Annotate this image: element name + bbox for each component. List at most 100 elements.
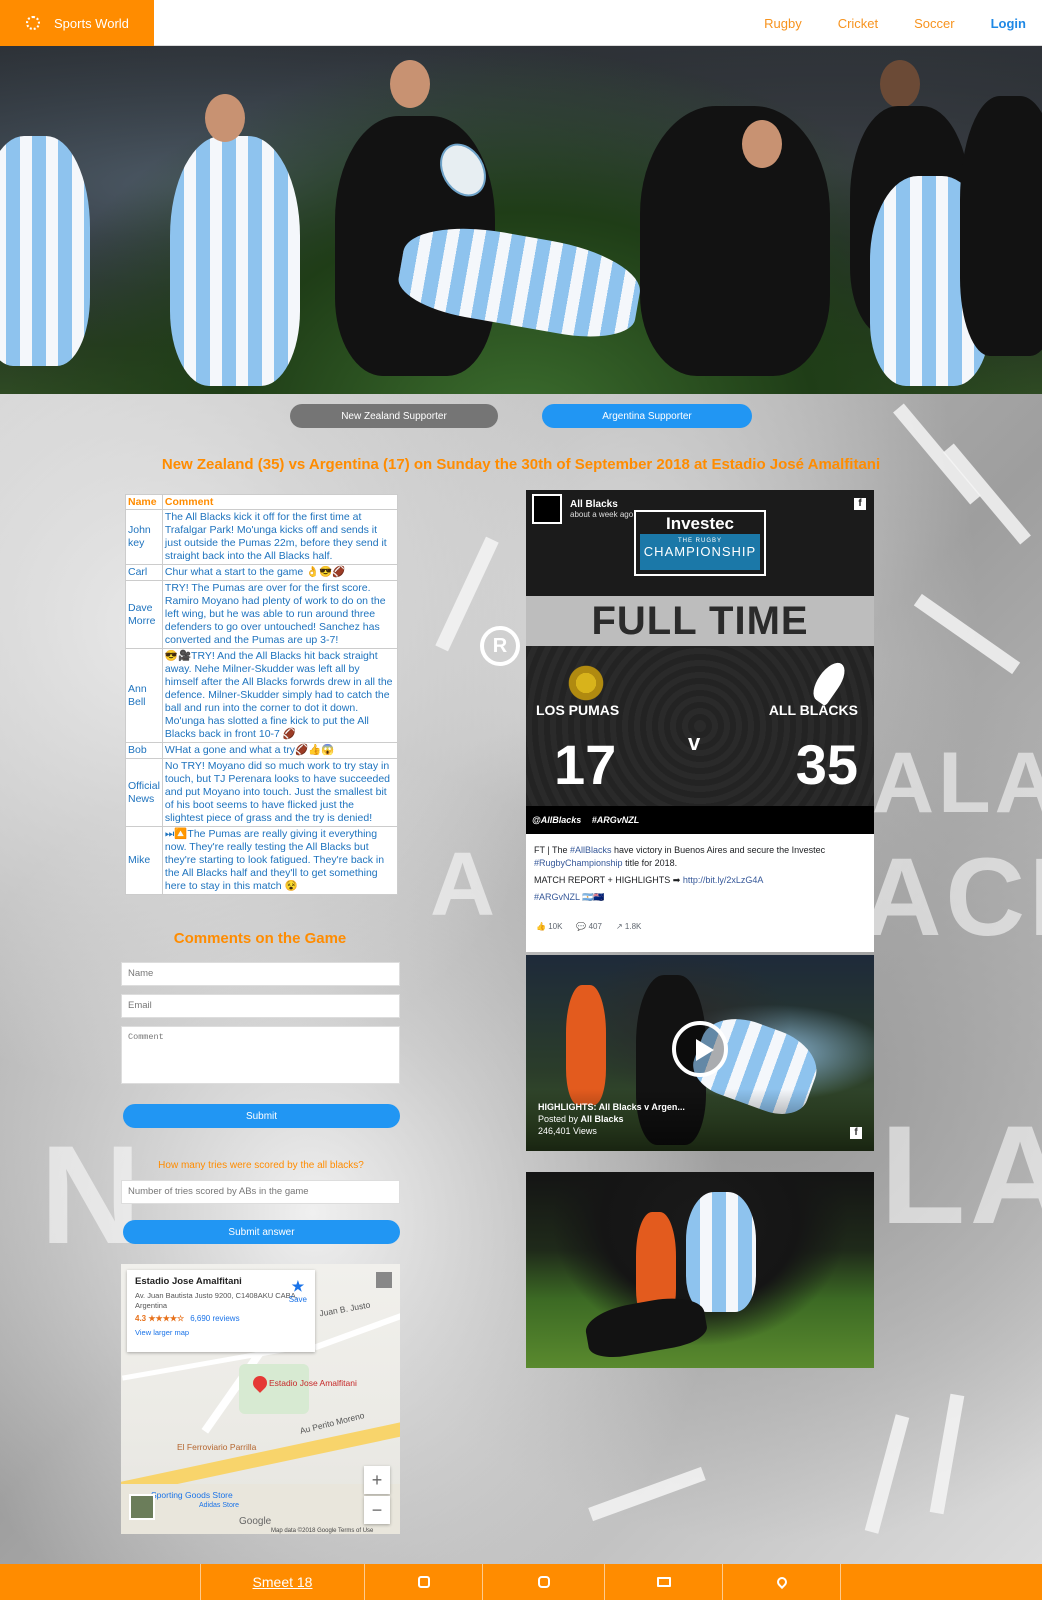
- satellite-toggle[interactable]: [129, 1494, 155, 1520]
- score-left: 17: [554, 733, 617, 796]
- investec-logo: Investec THE RUGBY CHAMPIONSHIP: [634, 510, 766, 576]
- hashtag-link[interactable]: #AllBlacks: [570, 845, 612, 855]
- argentina-supporter-button[interactable]: Argentina Supporter: [542, 404, 752, 428]
- likes-count[interactable]: 👍 10K: [536, 922, 562, 931]
- background-fern: [893, 403, 981, 505]
- tries-answer-input[interactable]: Number of tries scored by ABs in the gam…: [121, 1180, 400, 1204]
- comment-text: The All Blacks kick it off for the first…: [161, 509, 399, 565]
- score-right: 35: [795, 733, 858, 796]
- login-link[interactable]: Login: [991, 16, 1026, 31]
- brand-name: Sports World: [54, 15, 129, 31]
- name-input[interactable]: Name: [121, 962, 400, 986]
- email-input[interactable]: Email: [121, 994, 400, 1018]
- image-hashtags: @AllBlacks #ARGvNZL: [526, 806, 874, 834]
- linkedin-icon[interactable]: [364, 1564, 482, 1600]
- video-title: HIGHLIGHTS: All Blacks v Argen...: [538, 1102, 685, 1112]
- nz-supporter-button[interactable]: New Zealand Supporter: [290, 404, 498, 428]
- table-header-row: Name Comment: [125, 494, 399, 510]
- championship-label: CHAMPIONSHIP: [643, 544, 757, 559]
- map-address: Av. Juan Bautista Justo 9200, C1408AKU C…: [135, 1291, 298, 1310]
- match-report-link[interactable]: http://bit.ly/2xLzG4A: [683, 875, 764, 885]
- post-image: All Blacks about a week ago f Investec T…: [526, 490, 874, 834]
- table-row: Official News No TRY! Moyano did so much…: [125, 758, 399, 827]
- map-street-label: Juan B. Justo: [318, 1299, 371, 1319]
- submit-answer-button[interactable]: Submit answer: [123, 1220, 400, 1244]
- comments-value: 407: [588, 922, 602, 931]
- table-row: Dave Morre TRY! The Pumas are over for t…: [125, 580, 399, 649]
- comment-author: Ann Bell: [125, 648, 163, 743]
- linkedin-icon-shape: [417, 1576, 430, 1588]
- map-reviews-link[interactable]: 6,690 reviews: [190, 1314, 239, 1323]
- facebook-icon[interactable]: f: [854, 498, 866, 510]
- brand-logo[interactable]: Sports World: [0, 0, 154, 46]
- facebook-icon[interactable]: f: [850, 1127, 862, 1139]
- map-directions-icon[interactable]: [376, 1272, 392, 1288]
- footer-home-link[interactable]: Smeet 18: [200, 1564, 364, 1600]
- zoom-in-button[interactable]: +: [364, 1466, 390, 1494]
- location-icon[interactable]: [722, 1564, 840, 1600]
- map-save-label: Save: [288, 1295, 307, 1304]
- player-head: [390, 60, 430, 108]
- player-figure: [0, 136, 90, 366]
- view-larger-map-link[interactable]: View larger map: [135, 1328, 307, 1337]
- shares-count[interactable]: ↗ 1.8K: [616, 922, 641, 931]
- nav-links: Rugby Cricket Soccer Login: [746, 0, 1032, 46]
- nav-link-rugby[interactable]: Rugby: [764, 16, 802, 31]
- background-fern: [913, 593, 1021, 675]
- player-figure: [960, 96, 1042, 356]
- nav-link-soccer[interactable]: Soccer: [914, 16, 954, 31]
- facebook-video[interactable]: HIGHLIGHTS: All Blacks v Argen... Posted…: [526, 955, 874, 1151]
- background-fern: [929, 1393, 965, 1515]
- flag-emojis: 🇦🇷🇳🇿: [579, 892, 605, 902]
- video-posted-by: Posted by All Blacks: [538, 1113, 862, 1125]
- championship-badge: THE RUGBY CHAMPIONSHIP: [640, 534, 760, 570]
- post-time: about a week ago: [570, 510, 634, 519]
- map-attribution[interactable]: Map data ©2018 Google Terms of Use: [271, 1528, 373, 1534]
- play-button-icon[interactable]: [672, 1021, 728, 1077]
- background-fern: [864, 1414, 910, 1534]
- top-navbar: Sports World Rugby Cricket Soccer Login: [0, 0, 1042, 46]
- email-icon[interactable]: [604, 1564, 722, 1600]
- post-text-line: MATCH REPORT + HIGHLIGHTS ➡ http://bit.l…: [534, 874, 866, 887]
- comment-author: John key: [125, 509, 163, 565]
- facebook-post: All Blacks about a week ago f Investec T…: [526, 490, 874, 952]
- player-figure: [686, 1192, 756, 1312]
- nav-link-cricket[interactable]: Cricket: [838, 16, 878, 31]
- score-area: LOS PUMAS ALL BLACKS 17 v 35: [526, 646, 874, 806]
- match-photo: [526, 1172, 874, 1368]
- video-page-name[interactable]: All Blacks: [581, 1114, 624, 1124]
- background-text: ACI: [862, 836, 1042, 959]
- versus-label: v: [688, 730, 701, 755]
- page-name[interactable]: All Blacks: [570, 499, 633, 510]
- google-map[interactable]: Estadio Jose Amalfitani Av. Juan Bautist…: [121, 1264, 400, 1534]
- comment-textarea[interactable]: Comment: [121, 1026, 400, 1084]
- player-head: [880, 60, 920, 108]
- comment-text: TRY! The Pumas are over for the first sc…: [161, 580, 399, 649]
- post-text-line: #ARGvNZL 🇦🇷🇳🇿: [534, 891, 866, 904]
- comments-count[interactable]: 💬 407: [576, 922, 602, 931]
- comment-author: Dave Morre: [125, 580, 163, 649]
- hashtag-link[interactable]: #ARGvNZL: [534, 892, 580, 902]
- zoom-out-button[interactable]: −: [364, 1496, 390, 1524]
- text-fragment: have victory in Buenos Aires and secure …: [611, 845, 826, 855]
- map-poi-label: Adidas Store: [199, 1502, 240, 1509]
- video-caption: HIGHLIGHTS: All Blacks v Argen... Posted…: [526, 1089, 874, 1151]
- submit-comment-button[interactable]: Submit: [123, 1104, 400, 1128]
- map-rating-stars: 4.3 ★★★★☆: [135, 1314, 185, 1323]
- hashtag-link[interactable]: #RugbyChampionship: [534, 858, 623, 868]
- table-row: Mike ⏭🔼The Pumas are really giving it ev…: [125, 826, 399, 895]
- comment-text: Chur what a start to the game 👌😎🏈: [161, 564, 399, 581]
- referee-figure: [566, 985, 606, 1105]
- comment-author: Mike: [125, 826, 163, 895]
- championship-label-top: THE RUGBY: [677, 538, 722, 544]
- map-save-button[interactable]: ★ Save: [289, 1278, 307, 1304]
- comment-text: 😎🎥TRY! And the All Blacks hit back strai…: [161, 648, 399, 743]
- page-avatar[interactable]: [532, 494, 562, 524]
- instagram-icon[interactable]: [482, 1564, 604, 1600]
- post-stats: 👍 10K 💬 407 ↗ 1.8K: [536, 922, 641, 931]
- comment-text: No TRY! Moyano did so much work to try s…: [161, 758, 399, 827]
- footer-spacer: [0, 1564, 200, 1600]
- map-info-card: Estadio Jose Amalfitani Av. Juan Bautist…: [127, 1270, 315, 1352]
- map-poi-label: Sporting Goods Store: [151, 1490, 233, 1500]
- instagram-icon-shape: [537, 1576, 550, 1588]
